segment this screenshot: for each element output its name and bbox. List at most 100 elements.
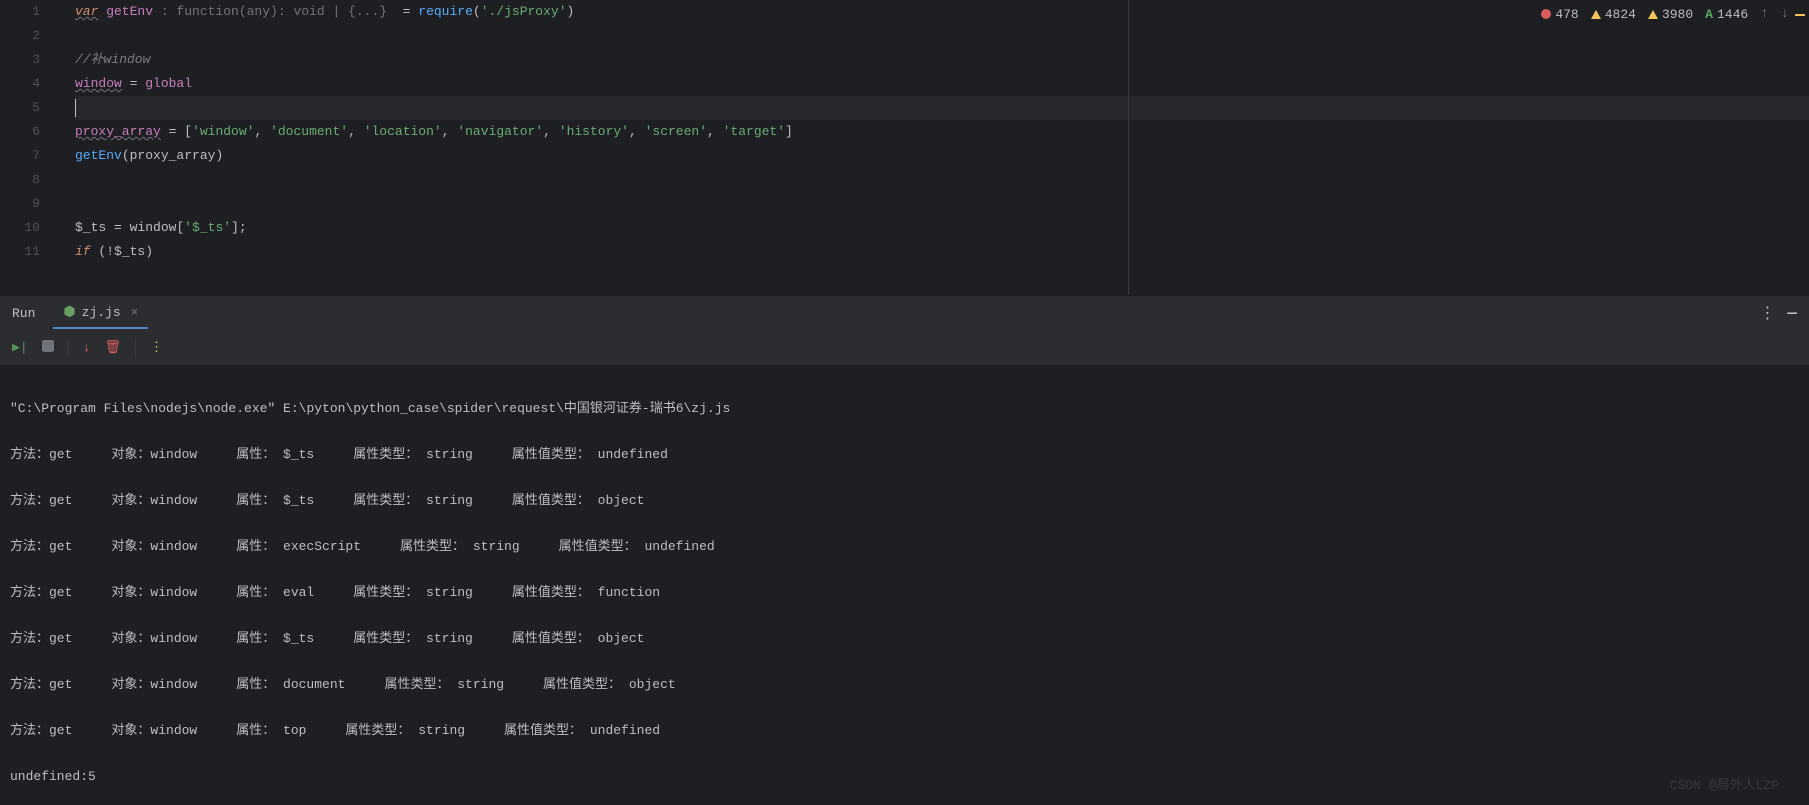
warning-icon	[1591, 10, 1601, 19]
line-number: 4	[0, 72, 40, 96]
string-literal: 'location'	[364, 124, 442, 139]
errors-value: 478	[1555, 7, 1578, 22]
run-panel-title: Run	[12, 306, 35, 321]
minimize-panel-icon[interactable]: —	[1787, 304, 1797, 322]
more-options-icon[interactable]: ⋮	[1759, 303, 1773, 323]
string-literal: '$_ts'	[184, 220, 231, 235]
paren: (	[473, 4, 481, 19]
inspection-status: 478 4824 3980 A 1446 ↑ ↓	[1541, 6, 1789, 22]
line-number: 7	[0, 144, 40, 168]
console-row: 方法：get 对象：window 属性： $_ts 属性类型： string 属…	[10, 443, 1799, 466]
console-command: "C:\Program Files\nodejs\node.exe" E:\py…	[10, 397, 1799, 420]
run-panel-header: Run ⬢ zj.js × ⋮ —	[0, 295, 1809, 330]
code-line-4[interactable]: window = global	[75, 72, 1809, 96]
ident-window: window	[75, 76, 122, 91]
line-number: 2	[0, 24, 40, 48]
string-literal: 'target'	[723, 124, 785, 139]
next-highlight-icon[interactable]: ↓	[1781, 6, 1789, 22]
paren: (!	[98, 244, 114, 259]
comma: ,	[543, 124, 559, 139]
warnings-value: 4824	[1605, 7, 1636, 22]
comma: ,	[348, 124, 364, 139]
ident-ts: $_ts	[114, 244, 145, 259]
editor-area: 1 2 3 4 5 6 7 8 9 10 11 var getEnv : fun…	[0, 0, 1809, 295]
line-number: 5	[0, 96, 40, 120]
code-line-10[interactable]: $_ts = window['$_ts'];	[75, 216, 1809, 240]
code-line-9[interactable]	[75, 192, 1809, 216]
clear-console-icon[interactable]: 🗑	[104, 340, 121, 355]
typo-icon: A	[1705, 7, 1713, 22]
ident-arg: proxy_array	[130, 148, 216, 163]
string-literal: 'history'	[559, 124, 629, 139]
paren: )	[215, 148, 223, 163]
code-line-2[interactable]	[75, 24, 1809, 48]
code-line-11[interactable]: if (!$_ts)	[75, 240, 1809, 264]
toolbar-more-icon[interactable]: ⋮	[150, 340, 161, 355]
equals: =	[387, 4, 418, 19]
string-literal: './jsProxy'	[481, 4, 567, 19]
toolbar-divider	[135, 339, 136, 357]
errors-count[interactable]: 478	[1541, 7, 1578, 22]
error-stripe-marker[interactable]	[1795, 14, 1805, 16]
code-area[interactable]: var getEnv : function(any): void | {...}…	[55, 0, 1809, 295]
prev-highlight-icon[interactable]: ↑	[1760, 6, 1768, 22]
console-undefined: undefined:5	[10, 765, 1799, 788]
ident-window: window	[130, 220, 177, 235]
weak-warnings-value: 3980	[1662, 7, 1693, 22]
console-row: 方法：get 对象：window 属性： $_ts 属性类型： string 属…	[10, 627, 1799, 650]
console-row: 方法：get 对象：window 属性： eval 属性类型： string 属…	[10, 581, 1799, 604]
paren: (	[122, 148, 130, 163]
keyword-var: var	[75, 4, 98, 19]
line-number: 6	[0, 120, 40, 144]
weak-warnings-count[interactable]: 3980	[1648, 7, 1693, 22]
code-line-6[interactable]: proxy_array = ['window', 'document', 'lo…	[75, 120, 1809, 144]
string-literal: 'window'	[192, 124, 254, 139]
code-line-3[interactable]: //补window	[75, 48, 1809, 72]
warning-icon	[1648, 10, 1658, 19]
comma: ,	[442, 124, 458, 139]
line-gutter: 1 2 3 4 5 6 7 8 9 10 11	[0, 0, 55, 295]
rerun-icon[interactable]: ▶|	[12, 340, 28, 355]
nodejs-icon: ⬢	[63, 304, 75, 321]
line-number: 9	[0, 192, 40, 216]
paren: )	[567, 4, 575, 19]
ident-proxy-array: proxy_array	[75, 124, 161, 139]
equals: =	[122, 76, 145, 91]
console-row: 方法：get 对象：window 属性： document 属性类型： stri…	[10, 673, 1799, 696]
console-row: 方法：get 对象：window 属性： $_ts 属性类型： string 属…	[10, 489, 1799, 512]
console-output[interactable]: "C:\Program Files\nodejs\node.exe" E:\py…	[0, 366, 1809, 805]
console-row: 方法：get 对象：window 属性： execScript 属性类型： st…	[10, 535, 1799, 558]
ident-getenv: getEnv	[98, 4, 153, 19]
close-tab-icon[interactable]: ×	[131, 305, 139, 320]
ident-global: global	[145, 76, 192, 91]
fn-getenv-call: getEnv	[75, 148, 122, 163]
scroll-to-end-icon[interactable]: ↓	[83, 340, 91, 355]
comma: ,	[707, 124, 723, 139]
string-literal: 'document'	[270, 124, 348, 139]
comma: ,	[629, 124, 645, 139]
line-number: 8	[0, 168, 40, 192]
code-line-7[interactable]: getEnv(proxy_array)	[75, 144, 1809, 168]
console-row: 方法：get 对象：window 属性： top 属性类型： string 属性…	[10, 719, 1799, 742]
typos-count[interactable]: A 1446	[1705, 7, 1748, 22]
typos-value: 1446	[1717, 7, 1748, 22]
run-tab-label: zj.js	[82, 305, 121, 320]
keyword-if: if	[75, 244, 98, 259]
warnings-count[interactable]: 4824	[1591, 7, 1636, 22]
string-literal: 'navigator'	[457, 124, 543, 139]
stop-icon[interactable]	[42, 340, 54, 356]
code-line-8[interactable]	[75, 168, 1809, 192]
error-icon	[1541, 9, 1551, 19]
run-toolbar: ▶| ↓ 🗑 ⋮	[0, 330, 1809, 366]
watermark: CSDN @局外人LZP	[1670, 774, 1779, 793]
equals-bracket: = [	[161, 124, 192, 139]
paren: )	[145, 244, 153, 259]
type-hint: : function(any): void | {...}	[153, 4, 387, 19]
line-number: 10	[0, 216, 40, 240]
fn-require: require	[418, 4, 473, 19]
bracket: ]	[785, 124, 793, 139]
ident-ts: $_ts	[75, 220, 106, 235]
line-number: 11	[0, 240, 40, 264]
code-line-5-current[interactable]	[75, 96, 1809, 120]
run-tab-active[interactable]: ⬢ zj.js ×	[53, 298, 148, 329]
